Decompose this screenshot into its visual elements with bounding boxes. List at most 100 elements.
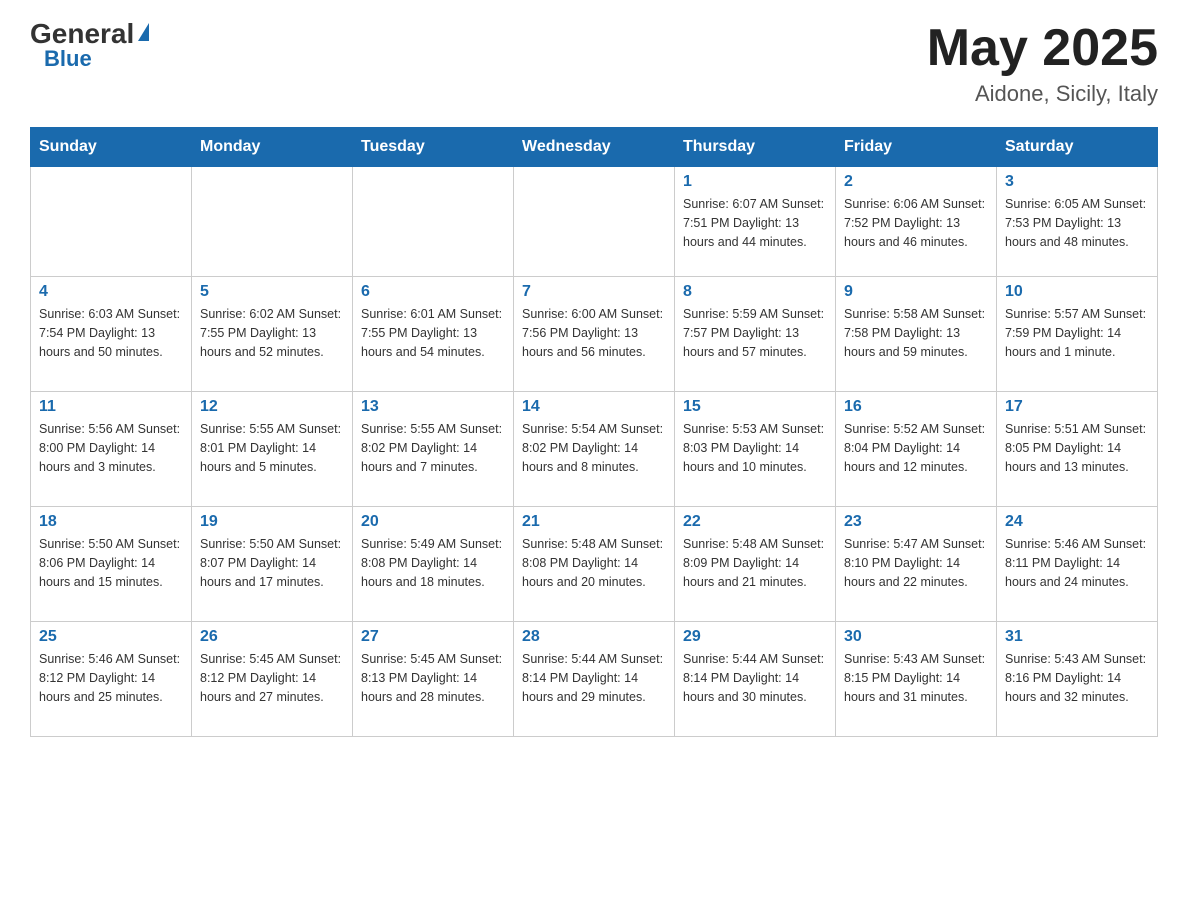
col-thursday: Thursday	[675, 128, 836, 167]
day-info: Sunrise: 6:00 AM Sunset: 7:56 PM Dayligh…	[522, 305, 666, 361]
table-row: 13 Sunrise: 5:55 AM Sunset: 8:02 PM Dayli…	[353, 392, 514, 507]
day-number: 17	[1005, 398, 1149, 416]
table-row: 19Sunrise: 5:50 AM Sunset: 8:07 PM Dayli…	[192, 507, 353, 622]
table-row: 24 Sunrise: 5:46 AM Sunset: 8:11 PM Dayli…	[997, 507, 1158, 622]
day-info: Sunrise: 5:47 AM Sunset: 8:10 PM Dayligh…	[844, 535, 988, 591]
month-year-title: May 2025	[927, 20, 1158, 77]
week-row-2: 4 Sunrise: 6:03 AM Sunset: 7:54 PM Daylig…	[31, 277, 1158, 392]
day-info: Sunrise: 5:45 AM Sunset: 8:13 PM Dayligh…	[361, 650, 505, 706]
day-number: 7	[522, 283, 666, 301]
day-number: 18	[39, 513, 183, 531]
day-number: 28	[522, 628, 666, 646]
day-number: 10	[1005, 283, 1149, 301]
table-row	[514, 167, 675, 277]
day-info: Sunrise: 5:51 AM Sunset: 8:05 PM Dayligh…	[1005, 420, 1149, 476]
table-row: 22 Sunrise: 5:48 AM Sunset: 8:09 PM Dayli…	[675, 507, 836, 622]
table-row: 28 Sunrise: 5:44 AM Sunset: 8:14 PM Dayli…	[514, 622, 675, 737]
table-row	[31, 167, 192, 277]
day-info: Sunrise: 5:53 AM Sunset: 8:03 PM Dayligh…	[683, 420, 827, 476]
table-row: 21Sunrise: 5:48 AM Sunset: 8:08 PM Dayli…	[514, 507, 675, 622]
day-info: Sunrise: 5:59 AM Sunset: 7:57 PM Dayligh…	[683, 305, 827, 361]
col-tuesday: Tuesday	[353, 128, 514, 167]
title-section: May 2025 Aidone, Sicily, Italy	[927, 20, 1158, 107]
day-info: Sunrise: 5:56 AM Sunset: 8:00 PM Dayligh…	[39, 420, 183, 476]
day-info: Sunrise: 5:54 AM Sunset: 8:02 PM Dayligh…	[522, 420, 666, 476]
calendar-table: Sunday Monday Tuesday Wednesday Thursday…	[30, 127, 1158, 737]
day-number: 20	[361, 513, 505, 531]
page-header: General Blue May 2025 Aidone, Sicily, It…	[30, 20, 1158, 107]
day-info: Sunrise: 6:03 AM Sunset: 7:54 PM Dayligh…	[39, 305, 183, 361]
table-row: 5 Sunrise: 6:02 AM Sunset: 7:55 PM Daylig…	[192, 277, 353, 392]
day-number: 24	[1005, 513, 1149, 531]
week-row-4: 18 Sunrise: 5:50 AM Sunset: 8:06 PM Dayli…	[31, 507, 1158, 622]
table-row: 25 Sunrise: 5:46 AM Sunset: 8:12 PM Dayli…	[31, 622, 192, 737]
day-number: 29	[683, 628, 827, 646]
day-info: Sunrise: 5:46 AM Sunset: 8:12 PM Dayligh…	[39, 650, 183, 706]
table-row: 26 Sunrise: 5:45 AM Sunset: 8:12 PM Dayli…	[192, 622, 353, 737]
day-number: 13	[361, 398, 505, 416]
week-row-1: 1 Sunrise: 6:07 AM Sunset: 7:51 PM Daylig…	[31, 167, 1158, 277]
table-row: 20Sunrise: 5:49 AM Sunset: 8:08 PM Dayli…	[353, 507, 514, 622]
logo: General Blue	[30, 20, 149, 72]
day-number: 31	[1005, 628, 1149, 646]
day-info: Sunrise: 6:05 AM Sunset: 7:53 PM Dayligh…	[1005, 195, 1149, 251]
day-info: Sunrise: 5:44 AM Sunset: 8:14 PM Dayligh…	[683, 650, 827, 706]
day-number: 5	[200, 283, 344, 301]
day-info: Sunrise: 5:55 AM Sunset: 8:01 PM Dayligh…	[200, 420, 344, 476]
location-title: Aidone, Sicily, Italy	[927, 81, 1158, 107]
table-row	[353, 167, 514, 277]
day-info: Sunrise: 5:57 AM Sunset: 7:59 PM Dayligh…	[1005, 305, 1149, 361]
day-info: Sunrise: 6:07 AM Sunset: 7:51 PM Dayligh…	[683, 195, 827, 251]
day-number: 4	[39, 283, 183, 301]
day-number: 12	[200, 398, 344, 416]
day-number: 26	[200, 628, 344, 646]
day-number: 8	[683, 283, 827, 301]
col-sunday: Sunday	[31, 128, 192, 167]
day-number: 15	[683, 398, 827, 416]
day-number: 22	[683, 513, 827, 531]
col-wednesday: Wednesday	[514, 128, 675, 167]
day-info: Sunrise: 5:55 AM Sunset: 8:02 PM Dayligh…	[361, 420, 505, 476]
table-row: 8 Sunrise: 5:59 AM Sunset: 7:57 PM Daylig…	[675, 277, 836, 392]
week-row-5: 25 Sunrise: 5:46 AM Sunset: 8:12 PM Dayli…	[31, 622, 1158, 737]
day-info: Sunrise: 5:50 AM Sunset: 8:06 PM Dayligh…	[39, 535, 183, 591]
table-row: 7 Sunrise: 6:00 AM Sunset: 7:56 PM Daylig…	[514, 277, 675, 392]
table-row: 29 Sunrise: 5:44 AM Sunset: 8:14 PM Dayli…	[675, 622, 836, 737]
table-row: 6Sunrise: 6:01 AM Sunset: 7:55 PM Daylig…	[353, 277, 514, 392]
day-number: 16	[844, 398, 988, 416]
day-number: 3	[1005, 173, 1149, 191]
logo-general-text: General	[30, 20, 134, 48]
day-number: 2	[844, 173, 988, 191]
table-row: 10 Sunrise: 5:57 AM Sunset: 7:59 PM Dayli…	[997, 277, 1158, 392]
day-info: Sunrise: 5:50 AM Sunset: 8:07 PM Dayligh…	[200, 535, 344, 591]
day-info: Sunrise: 5:43 AM Sunset: 8:15 PM Dayligh…	[844, 650, 988, 706]
day-info: Sunrise: 6:02 AM Sunset: 7:55 PM Dayligh…	[200, 305, 344, 361]
day-info: Sunrise: 5:46 AM Sunset: 8:11 PM Dayligh…	[1005, 535, 1149, 591]
day-info: Sunrise: 5:48 AM Sunset: 8:09 PM Dayligh…	[683, 535, 827, 591]
day-number: 9	[844, 283, 988, 301]
table-row: 31 Sunrise: 5:43 AM Sunset: 8:16 PM Dayli…	[997, 622, 1158, 737]
week-row-3: 11Sunrise: 5:56 AM Sunset: 8:00 PM Dayli…	[31, 392, 1158, 507]
day-info: Sunrise: 5:43 AM Sunset: 8:16 PM Dayligh…	[1005, 650, 1149, 706]
table-row: 4 Sunrise: 6:03 AM Sunset: 7:54 PM Daylig…	[31, 277, 192, 392]
col-monday: Monday	[192, 128, 353, 167]
table-row: 27Sunrise: 5:45 AM Sunset: 8:13 PM Dayli…	[353, 622, 514, 737]
table-row	[192, 167, 353, 277]
table-row: 14Sunrise: 5:54 AM Sunset: 8:02 PM Dayli…	[514, 392, 675, 507]
table-row: 23Sunrise: 5:47 AM Sunset: 8:10 PM Dayli…	[836, 507, 997, 622]
day-info: Sunrise: 6:01 AM Sunset: 7:55 PM Dayligh…	[361, 305, 505, 361]
day-info: Sunrise: 5:45 AM Sunset: 8:12 PM Dayligh…	[200, 650, 344, 706]
table-row: 12 Sunrise: 5:55 AM Sunset: 8:01 PM Dayli…	[192, 392, 353, 507]
table-row: 30Sunrise: 5:43 AM Sunset: 8:15 PM Dayli…	[836, 622, 997, 737]
day-info: Sunrise: 5:44 AM Sunset: 8:14 PM Dayligh…	[522, 650, 666, 706]
day-number: 25	[39, 628, 183, 646]
day-info: Sunrise: 5:58 AM Sunset: 7:58 PM Dayligh…	[844, 305, 988, 361]
day-number: 21	[522, 513, 666, 531]
table-row: 11Sunrise: 5:56 AM Sunset: 8:00 PM Dayli…	[31, 392, 192, 507]
table-row: 9 Sunrise: 5:58 AM Sunset: 7:58 PM Daylig…	[836, 277, 997, 392]
calendar-header-row: Sunday Monday Tuesday Wednesday Thursday…	[31, 128, 1158, 167]
col-friday: Friday	[836, 128, 997, 167]
day-number: 1	[683, 173, 827, 191]
day-info: Sunrise: 5:52 AM Sunset: 8:04 PM Dayligh…	[844, 420, 988, 476]
table-row: 17 Sunrise: 5:51 AM Sunset: 8:05 PM Dayli…	[997, 392, 1158, 507]
